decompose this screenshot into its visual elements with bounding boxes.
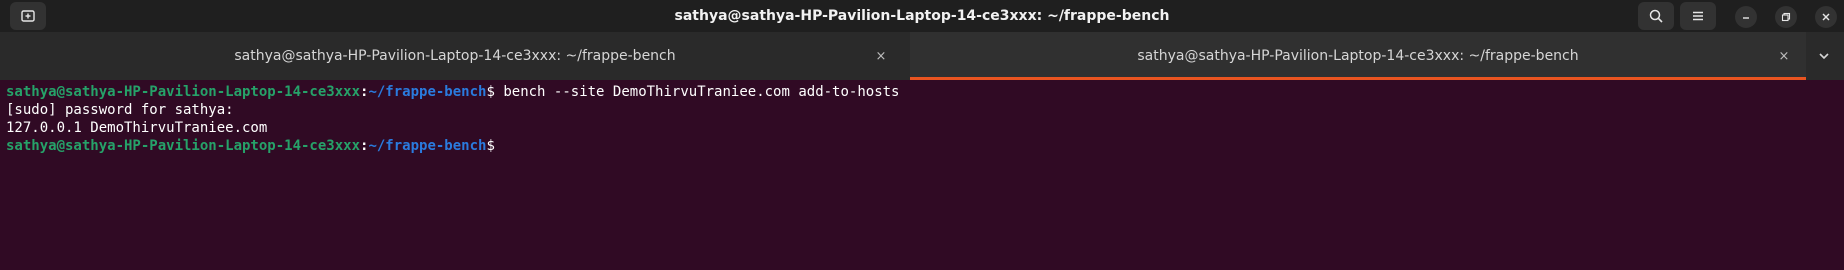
maximize-button[interactable]: [1775, 6, 1797, 28]
minimize-icon: [1743, 17, 1749, 19]
command-text: bench --site DemoThirvuTraniee.com add-t…: [494, 84, 900, 100]
chevron-down-icon: [1819, 53, 1829, 60]
prompt-user-host: sathya@sathya-HP-Pavilion-Laptop-14-ce3x…: [6, 84, 361, 100]
tab-label: sathya@sathya-HP-Pavilion-Laptop-14-ce3x…: [234, 48, 676, 64]
terminal-output[interactable]: sathya@sathya-HP-Pavilion-Laptop-14-ce3x…: [0, 80, 1844, 270]
prompt-path: ~/frappe-bench: [368, 84, 487, 100]
terminal-window: sathya@sathya-HP-Pavilion-Laptop-14-ce3x…: [0, 0, 1844, 270]
tab-label: sathya@sathya-HP-Pavilion-Laptop-14-ce3x…: [1137, 48, 1579, 64]
prompt-dollar: $: [486, 84, 495, 100]
new-tab-icon: [21, 10, 35, 22]
prompt-user-host: sathya@sathya-HP-Pavilion-Laptop-14-ce3x…: [6, 138, 361, 154]
header-bar: sathya@sathya-HP-Pavilion-Laptop-14-ce3x…: [0, 0, 1844, 32]
window-title: sathya@sathya-HP-Pavilion-Laptop-14-ce3x…: [674, 8, 1170, 24]
terminal-line: sathya@sathya-HP-Pavilion-Laptop-14-ce3x…: [6, 83, 1844, 101]
terminal-line: sathya@sathya-HP-Pavilion-Laptop-14-ce3x…: [6, 137, 1844, 155]
tab-close-icon[interactable]: ×: [1776, 48, 1792, 64]
minimize-button[interactable]: [1735, 6, 1757, 28]
close-icon: [1822, 13, 1830, 21]
tab-2[interactable]: sathya@sathya-HP-Pavilion-Laptop-14-ce3x…: [910, 32, 1806, 80]
tab-1[interactable]: sathya@sathya-HP-Pavilion-Laptop-14-ce3x…: [0, 32, 910, 80]
hamburger-menu-icon: [1693, 11, 1703, 21]
menu-button[interactable]: [1680, 2, 1716, 30]
tab-close-icon[interactable]: ×: [873, 48, 889, 64]
tab-bar: sathya@sathya-HP-Pavilion-Laptop-14-ce3x…: [0, 32, 1844, 81]
terminal-output-line: 127.0.0.1 DemoThirvuTraniee.com: [6, 120, 268, 136]
tab-list-button[interactable]: [1810, 42, 1838, 70]
search-icon: [1649, 9, 1663, 23]
maximize-icon: [1781, 12, 1791, 22]
search-button[interactable]: [1638, 2, 1674, 30]
terminal-output-line: [sudo] password for sathya:: [6, 102, 234, 118]
prompt-dollar: $: [486, 138, 495, 154]
prompt-path: ~/frappe-bench: [368, 138, 487, 154]
new-tab-button[interactable]: [10, 2, 46, 30]
close-button[interactable]: [1815, 6, 1837, 28]
